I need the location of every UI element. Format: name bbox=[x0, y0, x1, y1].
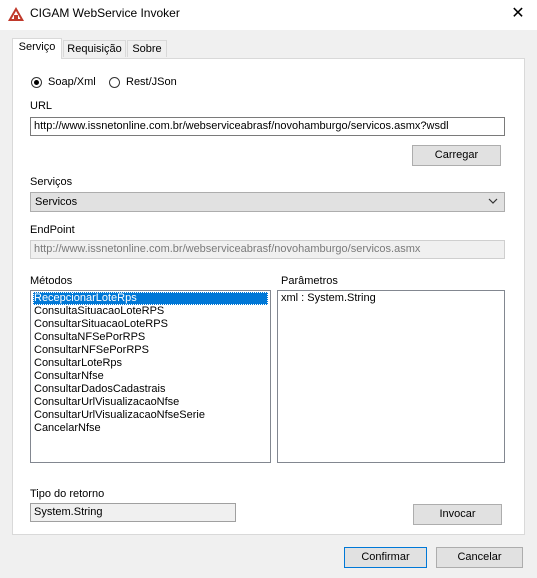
tipo-retorno-field: System.String bbox=[30, 503, 236, 522]
endpoint-label: EndPoint bbox=[30, 224, 75, 236]
metodos-list[interactable]: RecepcionarLoteRps ConsultaSituacaoLoteR… bbox=[30, 290, 271, 463]
servicos-selected: Servicos bbox=[35, 196, 78, 208]
close-icon[interactable]: ✕ bbox=[507, 3, 529, 25]
list-item[interactable]: CancelarNfse bbox=[33, 422, 268, 435]
list-item[interactable]: ConsultarNFSePorRPS bbox=[33, 344, 268, 357]
parametros-label: Parâmetros bbox=[281, 275, 338, 287]
list-item[interactable]: ConsultaNFSePorRPS bbox=[33, 331, 268, 344]
app-logo-icon bbox=[8, 7, 24, 21]
list-item[interactable]: ConsultarUrlVisualizacaoNfse bbox=[33, 396, 268, 409]
list-item[interactable]: ConsultarLoteRps bbox=[33, 357, 268, 370]
list-item[interactable]: RecepcionarLoteRps bbox=[33, 292, 268, 305]
radio-rest-json[interactable]: Rest/JSon bbox=[109, 76, 177, 88]
endpoint-field: http://www.issnetonline.com.br/webservic… bbox=[30, 240, 505, 259]
radio-indicator bbox=[109, 76, 120, 88]
tab-servico[interactable]: Serviço bbox=[12, 38, 62, 59]
radio-label: Rest/JSon bbox=[126, 76, 177, 88]
list-item[interactable]: ConsultaSituacaoLoteRPS bbox=[33, 305, 268, 318]
servicos-label: Serviços bbox=[30, 176, 73, 188]
title-bar: CIGAM WebService Invoker ✕ bbox=[0, 0, 537, 30]
metodos-label: Métodos bbox=[30, 275, 73, 287]
tipo-retorno-label: Tipo do retorno bbox=[30, 488, 105, 500]
radio-label: Soap/Xml bbox=[48, 76, 96, 88]
window-title: CIGAM WebService Invoker bbox=[30, 6, 180, 20]
servicos-dropdown[interactable]: Servicos bbox=[30, 192, 505, 212]
tab-sobre[interactable]: Sobre bbox=[127, 40, 167, 57]
list-item[interactable]: ConsultarSituacaoLoteRPS bbox=[33, 318, 268, 331]
parametros-list[interactable]: xml : System.String bbox=[277, 290, 505, 463]
cancelar-button[interactable]: Cancelar bbox=[436, 547, 523, 568]
tab-requisicao[interactable]: Requisição bbox=[63, 40, 126, 57]
carregar-button[interactable]: Carregar bbox=[412, 145, 501, 166]
list-item[interactable]: ConsultarNfse bbox=[33, 370, 268, 383]
radio-indicator bbox=[31, 76, 42, 88]
list-item[interactable]: ConsultarUrlVisualizacaoNfseSerie bbox=[33, 409, 268, 422]
radio-soap-xml[interactable]: Soap/Xml bbox=[31, 76, 96, 88]
url-input[interactable]: http://www.issnetonline.com.br/webservic… bbox=[30, 117, 505, 136]
list-item[interactable]: xml : System.String bbox=[280, 292, 502, 305]
url-label: URL bbox=[30, 100, 53, 112]
confirmar-button[interactable]: Confirmar bbox=[344, 547, 427, 568]
invocar-button[interactable]: Invocar bbox=[413, 504, 502, 525]
list-item[interactable]: ConsultarDadosCadastrais bbox=[33, 383, 268, 396]
chevron-down-icon bbox=[488, 198, 498, 204]
